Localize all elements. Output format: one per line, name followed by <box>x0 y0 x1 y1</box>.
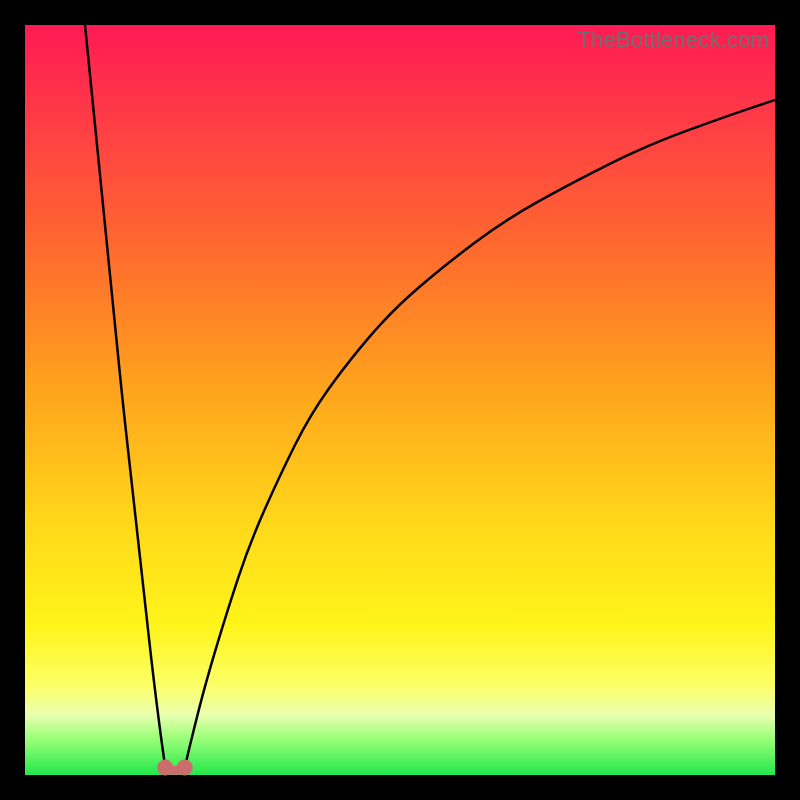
bottleneck-curve <box>25 25 775 775</box>
marker-valley-left <box>157 760 173 776</box>
marker-valley-right <box>177 760 193 776</box>
curve-left-branch <box>85 25 165 768</box>
chart-frame: TheBottleneck.com <box>0 0 800 800</box>
plot-area: TheBottleneck.com <box>25 25 775 775</box>
curve-right-branch <box>185 100 775 768</box>
